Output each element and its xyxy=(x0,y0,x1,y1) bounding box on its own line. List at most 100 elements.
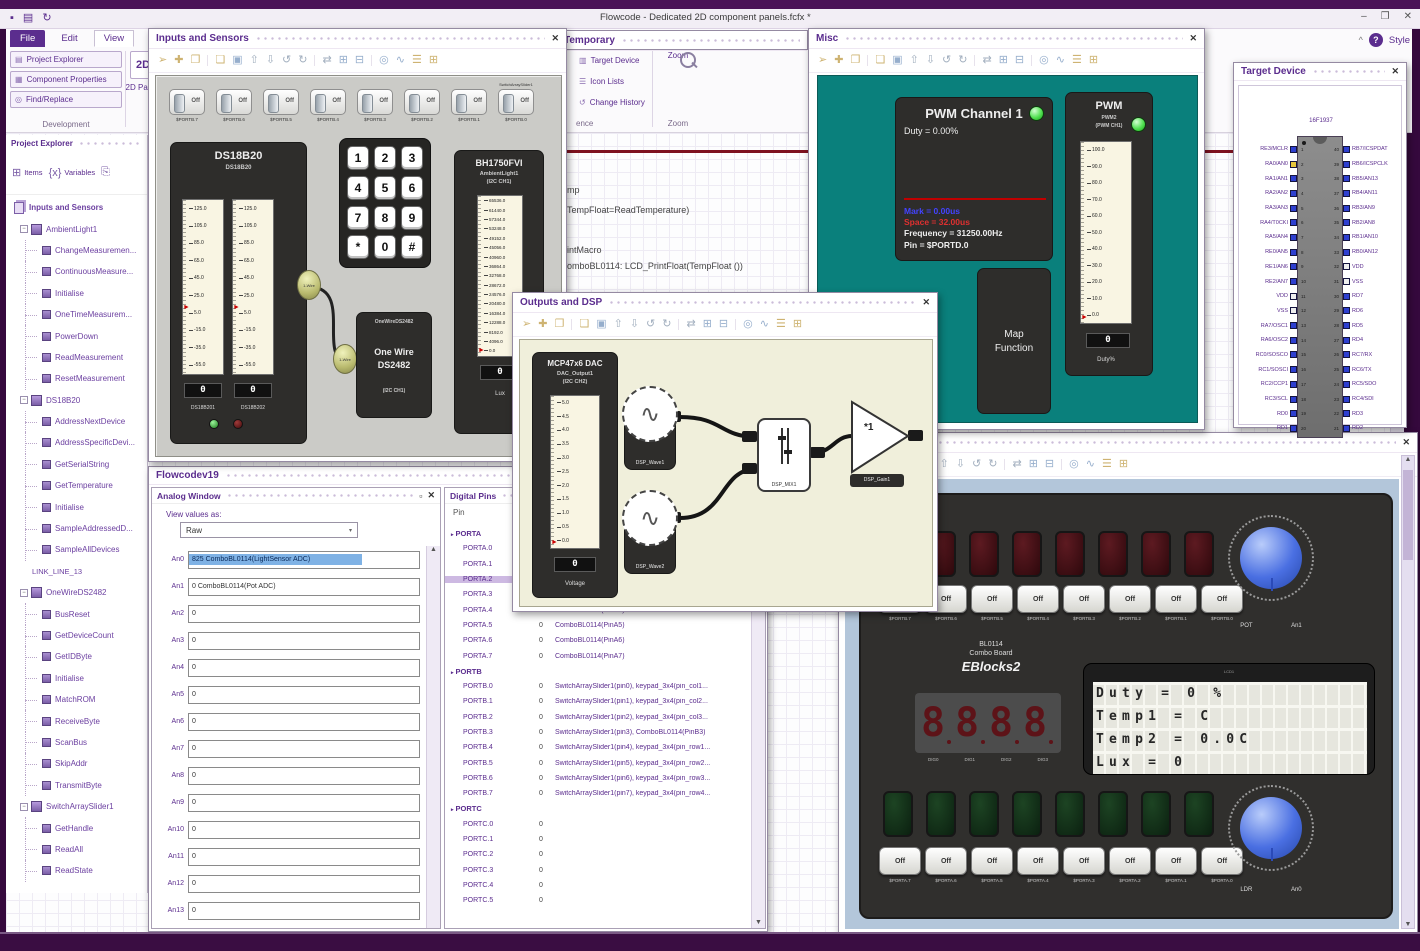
onewire-node-2[interactable]: 1-Wire xyxy=(333,344,357,374)
analog-value-field[interactable]: 0 xyxy=(188,604,420,623)
analog-titlebar[interactable]: Analog Window ▫ ✕ xyxy=(152,488,440,504)
tree-item[interactable]: − ContinuousMeasure... xyxy=(6,261,147,283)
lower-icon[interactable]: ⇩ xyxy=(630,319,639,330)
target-titlebar[interactable]: Target Device ✕ xyxy=(1234,63,1406,81)
toggle-switch[interactable]: Off xyxy=(169,89,205,115)
tree-item[interactable]: − DS18B20 xyxy=(6,390,147,411)
tree-item[interactable]: − ReceiveByte xyxy=(6,710,147,733)
chip-pin-row[interactable]: RD0 19 xyxy=(1245,406,1311,421)
board-scrollbar[interactable]: ▲ ▼ xyxy=(1401,455,1415,929)
pin-pad[interactable] xyxy=(1290,366,1297,374)
chip-pin-row[interactable]: RC1/SOSCI 16 xyxy=(1245,362,1311,377)
analog-scrollbar[interactable]: ▲ xyxy=(426,546,440,928)
pin-pad[interactable] xyxy=(1290,233,1297,241)
keypad-key[interactable]: * xyxy=(347,235,369,260)
chip-pin-row[interactable]: RA3/AN3 5 xyxy=(1245,201,1311,216)
chip-pin-row[interactable]: RE2/AN7 10 xyxy=(1245,274,1311,289)
tree-item[interactable]: − OneTimeMeasurem... xyxy=(6,303,147,326)
list-icon[interactable]: ☰ xyxy=(412,55,422,66)
maximize-button[interactable]: ❐ xyxy=(1381,11,1390,22)
rotate-right-icon[interactable]: ↻ xyxy=(662,319,671,330)
digital-pin-row[interactable]: ▸PORTB.6 0 SwitchArraySlider1(pin6), key… xyxy=(445,771,749,786)
wave-icon[interactable]: ∿ xyxy=(760,319,769,330)
pin-pad[interactable] xyxy=(1290,175,1297,183)
target-icon[interactable]: ◎ xyxy=(1031,55,1049,66)
chip-pin-row[interactable]: 22 RD3 xyxy=(1329,406,1399,421)
collapse-icon[interactable]: − xyxy=(20,588,28,597)
keypad-key[interactable]: 3 xyxy=(401,146,423,170)
pan-icon[interactable]: ✚ xyxy=(834,55,843,66)
chip-pin-row[interactable]: 40 RB7/ICSPDAT xyxy=(1329,142,1399,157)
close-icon[interactable]: ✕ xyxy=(427,490,435,501)
tree-item[interactable]: − GetDeviceCount xyxy=(6,624,147,647)
analog-value-field[interactable]: 0 xyxy=(188,766,420,785)
scroll-up-icon[interactable]: ▲ xyxy=(427,546,440,553)
temperature-scale-1[interactable]: 125.0 105.0 85.0 65.0 45.0 25.0 5.0 -15.0 -35.0-… xyxy=(182,199,224,375)
pin-pad[interactable] xyxy=(1343,278,1350,286)
chip-pin-row[interactable]: 33 RB0/AN12 xyxy=(1329,245,1399,260)
ribbon-tab[interactable]: Edit xyxy=(51,30,87,47)
lower-icon[interactable]: ⇩ xyxy=(926,55,935,66)
chip-pin-row[interactable]: RA1/AN1 3 xyxy=(1245,171,1311,186)
collapse-ribbon-icon[interactable]: ^ xyxy=(1359,35,1363,45)
chip-pin-row[interactable]: RA5/AN4 7 xyxy=(1245,230,1311,245)
port-switch-button[interactable]: Off xyxy=(1155,847,1197,875)
project-explorer-header[interactable]: Project Explorer xyxy=(6,135,147,151)
port-switch-button[interactable]: Off xyxy=(971,847,1013,875)
tree-item[interactable]: − AddressSpecificDevi... xyxy=(6,432,147,455)
ribbon-tab[interactable]: File xyxy=(10,30,46,47)
chip-pin-row[interactable]: RC2/CCP1 17 xyxy=(1245,377,1311,392)
port-switch-button[interactable]: Off xyxy=(1155,585,1197,613)
keypad-key[interactable]: 8 xyxy=(374,205,396,230)
tree-item[interactable]: − GetSerialString xyxy=(6,453,147,476)
grid2-icon[interactable]: ⊞ xyxy=(1119,459,1128,470)
digital-pin-row[interactable]: ▸PORTB.7 0 SwitchArraySlider1(pin7), key… xyxy=(445,786,749,801)
pin-pad[interactable] xyxy=(1290,263,1297,271)
chip-pin-row[interactable]: 31 VSS xyxy=(1329,274,1399,289)
tree-item[interactable]: − Initialise xyxy=(6,496,147,519)
raise-icon[interactable]: ⇧ xyxy=(614,319,623,330)
pin-pad[interactable] xyxy=(1343,336,1350,344)
port-switch-button[interactable]: Off xyxy=(1017,847,1059,875)
port-switch-button[interactable]: Off xyxy=(1063,847,1105,875)
grid2-icon[interactable]: ⊞ xyxy=(1089,55,1098,66)
pin-pad[interactable] xyxy=(1343,204,1350,212)
close-icon[interactable]: ✕ xyxy=(1391,66,1399,77)
chip-pin-row[interactable]: RA6/OSC2 14 xyxy=(1245,333,1311,348)
tab-variables[interactable]: {x} Variables xyxy=(49,167,96,179)
chip-pin-row[interactable]: 21 RD2 xyxy=(1329,421,1399,436)
tree-item[interactable]: − SampleAllDevices xyxy=(6,539,147,562)
expand-arrow-icon[interactable]: ▸ xyxy=(451,670,454,676)
copy-icon[interactable]: ❐ xyxy=(850,55,860,66)
add-component-icon[interactable]: ▣ xyxy=(596,319,606,330)
digital-pin-row[interactable]: ▸PORTA.7 0 ComboBL0114(PinA7) xyxy=(445,648,749,663)
ungroup-icon[interactable]: ⊟ xyxy=(719,319,728,330)
port-switch-button[interactable]: Off xyxy=(925,847,967,875)
view-toggle[interactable]: ▥ Target Device xyxy=(576,51,654,69)
flip-icon[interactable]: ⇄ xyxy=(314,55,332,66)
chip-pin-row[interactable]: VDD 11 xyxy=(1245,289,1311,304)
ribbon-button[interactable]: ▦ Component Properties xyxy=(10,71,122,88)
port-switch-button[interactable]: Off xyxy=(1063,585,1105,613)
cursor-icon[interactable]: ➢ xyxy=(522,319,531,330)
paste-icon[interactable]: ❏ xyxy=(207,55,225,66)
ungroup-icon[interactable]: ⊟ xyxy=(1015,55,1024,66)
temperature-scale-2[interactable]: 125.0 105.0 85.0 65.0 45.0 25.0 5.0 -15.0 -35.0-… xyxy=(232,199,274,375)
pin-pad[interactable] xyxy=(1343,410,1350,418)
digital-pin-row[interactable]: ▸PORTC.4 0 xyxy=(445,878,749,893)
chip-pin-row[interactable]: 37 RB4/AN11 xyxy=(1329,186,1399,201)
tree-item[interactable]: − Initialise xyxy=(6,282,147,305)
analog-value-field[interactable]: 0 xyxy=(188,712,420,731)
tree-item[interactable]: − LINK_LINE_13 xyxy=(6,561,147,582)
analog-value-field[interactable]: 0 xyxy=(188,685,420,704)
pin-pad[interactable] xyxy=(1290,336,1297,344)
temporary-titlebar[interactable]: Temporary xyxy=(557,31,807,51)
grid2-icon[interactable]: ⊞ xyxy=(429,55,438,66)
pin-pad[interactable] xyxy=(1290,395,1297,403)
target-icon[interactable]: ◎ xyxy=(735,319,753,330)
pin-pad[interactable] xyxy=(1343,219,1350,227)
copy-icon[interactable]: ❐ xyxy=(190,55,200,66)
tree-item[interactable]: − AmbientLight1 xyxy=(6,218,147,239)
chip-pin-row[interactable]: 35 RB2/AN8 xyxy=(1329,215,1399,230)
pin-pad[interactable] xyxy=(1343,307,1350,315)
